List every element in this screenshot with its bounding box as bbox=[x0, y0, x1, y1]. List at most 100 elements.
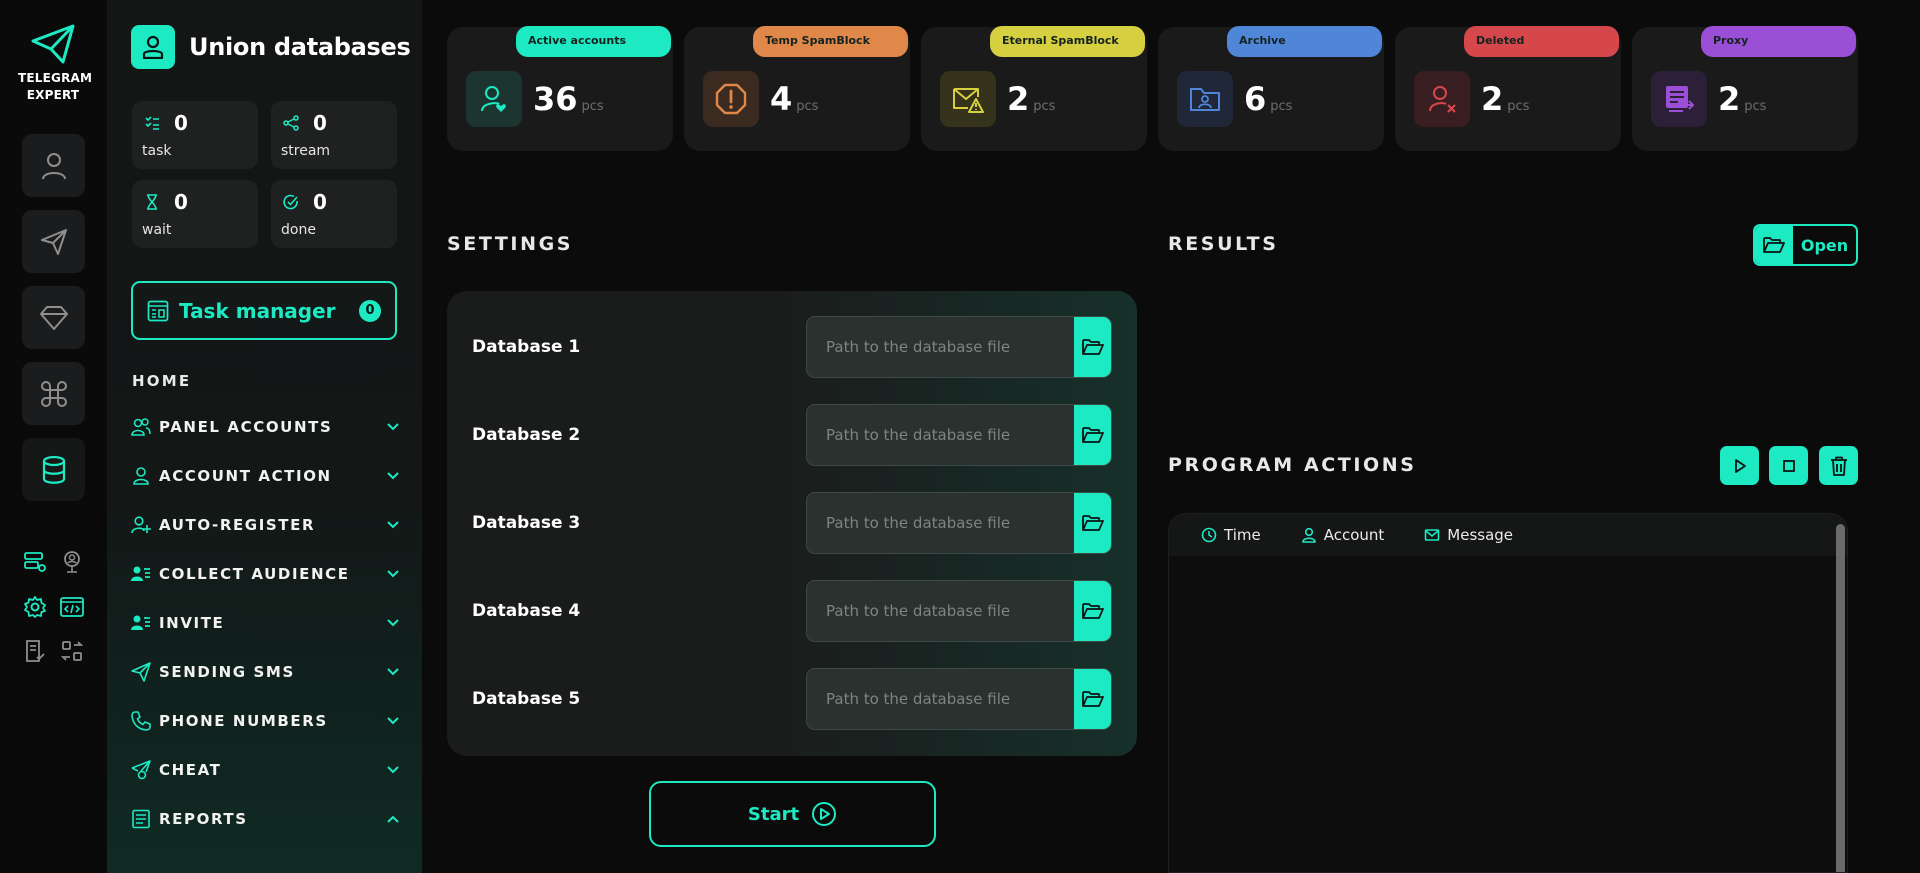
card-unit: pcs bbox=[1507, 99, 1530, 114]
mail-icon bbox=[1424, 529, 1440, 541]
database-path-field bbox=[806, 316, 1112, 378]
nav-home[interactable]: HOME bbox=[132, 372, 191, 390]
database-row-1: Database 1 bbox=[472, 316, 1112, 378]
stat-stream: 0 stream bbox=[271, 101, 397, 169]
user-list-icon bbox=[131, 615, 150, 630]
log-table-header: Time Account Message bbox=[1169, 514, 1847, 556]
database-3-input[interactable] bbox=[807, 493, 1074, 553]
card-unit: pcs bbox=[796, 99, 819, 114]
task-board-icon bbox=[147, 300, 169, 321]
database-label: Database 4 bbox=[472, 601, 581, 621]
send-gear-icon bbox=[131, 760, 151, 780]
database-5-browse-button[interactable] bbox=[1074, 669, 1111, 729]
stat-task-value: 0 bbox=[174, 111, 188, 135]
rail-premium-button[interactable] bbox=[22, 286, 85, 349]
card-eternal-spamblock: Eternal SpamBlock 2 pcs bbox=[921, 26, 1147, 151]
rail-messages-button[interactable] bbox=[22, 210, 85, 273]
chevron-up-icon bbox=[387, 815, 399, 823]
rail-convert-button[interactable] bbox=[58, 637, 86, 665]
card-unit: pcs bbox=[581, 99, 604, 114]
card-icon-box bbox=[1651, 71, 1707, 127]
nav-reports[interactable]: REPORTS bbox=[131, 806, 401, 832]
card-archive: Archive 6 pcs bbox=[1158, 26, 1384, 151]
nav-sending-sms[interactable]: SENDING SMS bbox=[131, 659, 401, 685]
nav-auto-register-label: AUTO-REGISTER bbox=[159, 516, 316, 534]
nav-collect-audience[interactable]: COLLECT AUDIENCE bbox=[131, 561, 401, 587]
database-row-5: Database 5 bbox=[472, 668, 1112, 730]
user-heart-icon bbox=[481, 86, 506, 112]
database-1-input[interactable] bbox=[807, 317, 1074, 377]
chevron-down-icon bbox=[387, 472, 399, 480]
page-title: Union databases bbox=[189, 33, 411, 61]
rail-tasks-button[interactable] bbox=[21, 637, 49, 665]
report-icon bbox=[132, 809, 150, 829]
chevron-down-icon bbox=[387, 717, 399, 725]
database-row-3: Database 3 bbox=[472, 492, 1112, 554]
folder-user-icon bbox=[1190, 88, 1220, 111]
rail-database-button[interactable] bbox=[22, 438, 85, 501]
logo-text: TELEGRAM EXPERT bbox=[18, 70, 92, 104]
app-logo[interactable]: TELEGRAM EXPERT bbox=[18, 24, 92, 104]
card-icon-box bbox=[940, 71, 996, 127]
task-manager-button[interactable]: Task manager 0 bbox=[131, 281, 397, 340]
nav-panel-accounts[interactable]: PANEL ACCOUNTS bbox=[131, 414, 401, 440]
trash-icon bbox=[1830, 456, 1847, 476]
user-list-icon bbox=[131, 566, 150, 581]
rail-server-settings-button[interactable] bbox=[21, 548, 49, 576]
rail-code-button[interactable] bbox=[58, 593, 86, 621]
play-button[interactable] bbox=[1720, 446, 1759, 485]
card-count: 4 bbox=[770, 80, 793, 118]
database-4-input[interactable] bbox=[807, 581, 1074, 641]
paper-plane-logo-icon bbox=[31, 24, 75, 64]
nav-account-action[interactable]: ACCOUNT ACTION bbox=[131, 463, 401, 489]
nav-phone-numbers-label: PHONE NUMBERS bbox=[159, 712, 328, 730]
chevron-down-icon bbox=[387, 521, 399, 529]
rail-command-button[interactable] bbox=[22, 362, 85, 425]
command-icon bbox=[40, 380, 67, 407]
database-4-browse-button[interactable] bbox=[1074, 581, 1111, 641]
database-path-field bbox=[806, 580, 1112, 642]
card-count: 36 bbox=[533, 80, 578, 118]
log-scrollbar[interactable] bbox=[1836, 524, 1845, 872]
database-path-field bbox=[806, 404, 1112, 466]
database-3-browse-button[interactable] bbox=[1074, 493, 1111, 553]
open-results-button[interactable]: Open bbox=[1753, 224, 1858, 266]
database-row-4: Database 4 bbox=[472, 580, 1112, 642]
card-active-accounts: Active accounts 36 pcs bbox=[447, 26, 673, 151]
nav-account-action-label: ACCOUNT ACTION bbox=[159, 467, 332, 485]
program-actions-log: Time Account Message bbox=[1168, 513, 1848, 873]
column-message[interactable]: Message bbox=[1424, 526, 1513, 544]
nav-auto-register[interactable]: AUTO-REGISTER bbox=[131, 512, 401, 538]
database-2-input[interactable] bbox=[807, 405, 1074, 465]
database-1-browse-button[interactable] bbox=[1074, 317, 1111, 377]
database-label: Database 5 bbox=[472, 689, 581, 709]
column-time[interactable]: Time bbox=[1201, 526, 1261, 544]
send-icon bbox=[40, 228, 67, 255]
start-button-label: Start bbox=[747, 803, 800, 825]
card-badge: Archive bbox=[1227, 26, 1382, 57]
card-temp-spamblock: Temp SpamBlock 4 pcs bbox=[684, 26, 910, 151]
nav-invite[interactable]: INVITE bbox=[131, 610, 401, 636]
clear-log-button[interactable] bbox=[1819, 446, 1858, 485]
card-count: 2 bbox=[1481, 80, 1504, 118]
stat-stream-label: stream bbox=[281, 143, 331, 159]
card-badge: Proxy bbox=[1701, 26, 1856, 57]
nav-cheat[interactable]: CHEAT bbox=[131, 757, 401, 783]
rail-accounts-button[interactable] bbox=[22, 134, 85, 197]
card-icon-box bbox=[1414, 71, 1470, 127]
database-5-input[interactable] bbox=[807, 669, 1074, 729]
folder-open-icon bbox=[1081, 691, 1104, 707]
card-value: 2 pcs bbox=[1007, 80, 1055, 118]
rail-user-location-button[interactable] bbox=[58, 548, 86, 576]
nav-phone-numbers[interactable]: PHONE NUMBERS bbox=[131, 708, 401, 734]
column-account-label: Account bbox=[1323, 526, 1385, 544]
database-2-browse-button[interactable] bbox=[1074, 405, 1111, 465]
rail-settings-button[interactable] bbox=[21, 593, 49, 621]
card-count: 6 bbox=[1244, 80, 1267, 118]
nav-sending-sms-label: SENDING SMS bbox=[159, 663, 295, 681]
stop-button[interactable] bbox=[1769, 446, 1808, 485]
card-icon-box bbox=[703, 71, 759, 127]
card-count: 2 bbox=[1718, 80, 1741, 118]
column-account[interactable]: Account bbox=[1301, 526, 1385, 544]
start-button[interactable]: Start bbox=[649, 781, 936, 847]
